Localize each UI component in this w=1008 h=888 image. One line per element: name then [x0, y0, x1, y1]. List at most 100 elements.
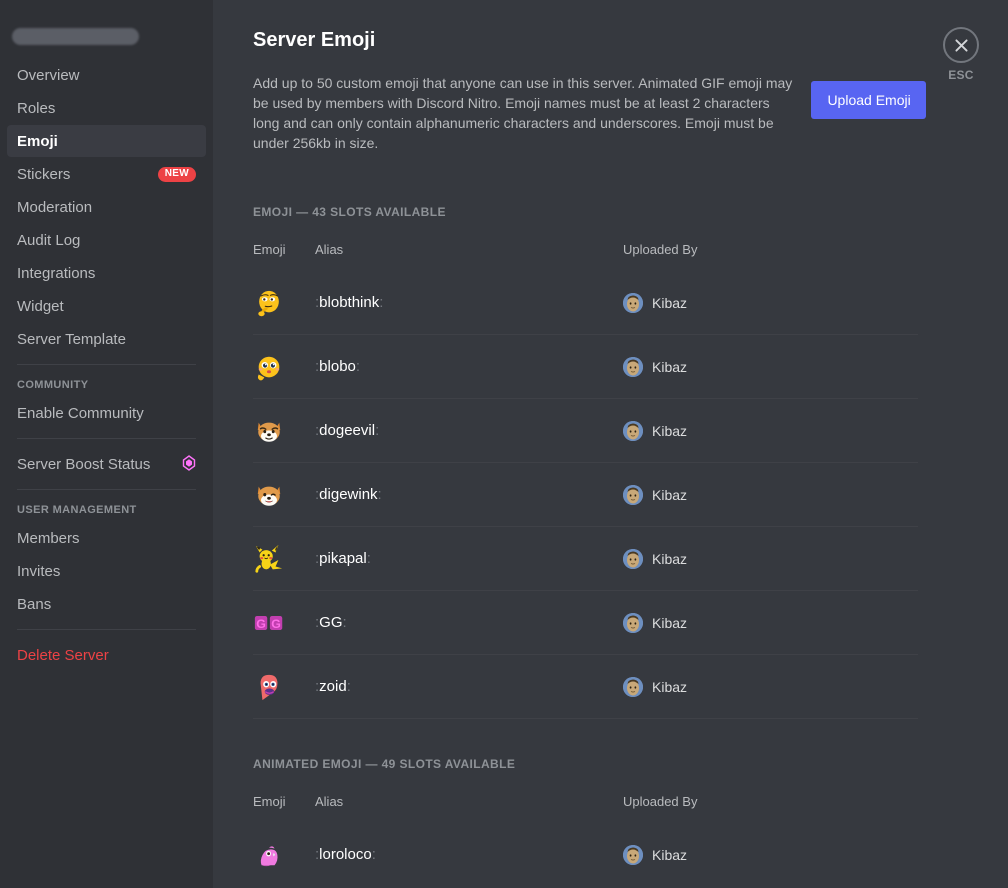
uploader-cell: Kibaz: [623, 420, 918, 441]
sidebar-item-roles[interactable]: Roles: [7, 92, 206, 124]
sidebar-item-label: Roles: [17, 99, 56, 117]
sidebar-item-invites[interactable]: Invites: [7, 555, 206, 587]
column-header-alias: Alias: [315, 793, 344, 809]
sidebar-item-stickers[interactable]: Stickers NEW: [7, 158, 206, 190]
upload-emoji-button[interactable]: Upload Emoji: [811, 81, 926, 119]
sidebar-item-label: Members: [17, 529, 80, 547]
sidebar-item-server-boost-status[interactable]: Server Boost Status: [7, 448, 206, 480]
uploader-name: Kibaz: [652, 614, 688, 631]
table-row[interactable]: G G :GG: Kibaz: [253, 591, 918, 655]
alias-text: :digewink:: [315, 486, 382, 503]
emoji-cell: [253, 287, 315, 319]
page-title: Server Emoji: [253, 29, 376, 51]
emoji-alias: blobthink: [319, 293, 380, 311]
close-x-icon: [943, 27, 979, 63]
sidebar-item-label: Audit Log: [17, 231, 81, 249]
uploader-cell: Kibaz: [623, 676, 918, 697]
alias-cell: :zoid:: [315, 678, 623, 696]
sidebar-item-label: Widget: [17, 297, 64, 315]
emoji-alias: zoid: [319, 677, 347, 695]
uploader: Kibaz: [623, 612, 918, 633]
svg-text:G: G: [256, 616, 266, 630]
table-row[interactable]: :digewink: Kibaz: [253, 463, 918, 527]
sidebar-item-label: Overview: [17, 66, 80, 84]
table-row[interactable]: :zoid: Kibaz: [253, 655, 918, 719]
table-row[interactable]: :blobthink: Kibaz: [253, 271, 918, 335]
table-row[interactable]: :dogeevil: Kibaz: [253, 399, 918, 463]
sidebar-divider: [17, 438, 196, 439]
zoid-emoji: [253, 671, 285, 703]
sidebar-item-label: Stickers: [17, 165, 71, 183]
section-title-animated-emoji: ANIMATED EMOJI — 49 SLOTS AVAILABLE: [253, 757, 516, 771]
uploader: Kibaz: [623, 845, 918, 865]
sidebar-item-emoji[interactable]: Emoji: [7, 125, 206, 157]
sidebar-item-widget[interactable]: Widget: [7, 290, 206, 322]
boost-gem-icon: [182, 454, 196, 474]
table-row[interactable]: :pikapal: Kibaz: [253, 527, 918, 591]
avatar: [623, 845, 643, 865]
table-row[interactable]: :blobo: Kibaz: [253, 335, 918, 399]
sidebar-item-members[interactable]: Members: [7, 522, 206, 554]
colon-suffix: :: [371, 846, 376, 863]
sidebar-item-label: Server Template: [17, 330, 126, 348]
column-header-uploaded-by: Uploaded By: [623, 793, 698, 809]
emoji-alias: loroloco: [319, 846, 372, 863]
alias-text: :loroloco:: [315, 846, 376, 863]
uploader: Kibaz: [623, 484, 918, 505]
sidebar-section-community: COMMUNITY: [17, 379, 89, 391]
avatar: [623, 612, 643, 633]
server-settings-modal: Overview Roles Emoji Stickers NEW Modera…: [0, 0, 1008, 888]
section-title-emoji: EMOJI — 43 SLOTS AVAILABLE: [253, 205, 446, 219]
colon-suffix: :: [379, 293, 384, 311]
sidebar-item-label: Emoji: [17, 132, 58, 150]
colon-suffix: :: [375, 421, 380, 439]
emoji-alias: digewink: [319, 485, 378, 503]
settings-sidebar: Overview Roles Emoji Stickers NEW Modera…: [0, 0, 213, 888]
close-modal-button[interactable]: ESC: [931, 27, 991, 82]
page-description: Add up to 50 custom emoji that anyone ca…: [253, 75, 793, 151]
sidebar-item-label: Moderation: [17, 198, 93, 216]
sidebar-item-moderation[interactable]: Moderation: [7, 191, 206, 223]
alias-cell: :loroloco:: [315, 846, 623, 864]
uploader-cell: Kibaz: [623, 356, 918, 377]
table-row[interactable]: :loroloco: Kibaz: [253, 823, 918, 887]
sidebar-item-bans[interactable]: Bans: [7, 588, 206, 620]
avatar: [623, 356, 643, 377]
sidebar-item-label: Integrations: [17, 264, 96, 282]
new-badge: NEW: [157, 166, 196, 182]
uploader-cell: Kibaz: [623, 484, 918, 505]
avatar: [623, 548, 643, 569]
uploader-name: Kibaz: [652, 294, 688, 311]
server-name-redacted: [12, 28, 139, 45]
svg-text:G: G: [271, 616, 281, 630]
emoji-cell: [253, 543, 315, 575]
emoji-alias: GG: [319, 613, 343, 631]
sidebar-item-server-template[interactable]: Server Template: [7, 323, 206, 355]
alias-cell: :digewink:: [315, 486, 623, 504]
alias-text: :blobthink:: [315, 294, 383, 311]
uploader-name: Kibaz: [652, 358, 688, 375]
uploader: Kibaz: [623, 676, 918, 697]
avatar: [623, 676, 643, 697]
sidebar-item-audit-log[interactable]: Audit Log: [7, 224, 206, 256]
uploader-name: Kibaz: [652, 550, 688, 567]
emoji-cell: [253, 415, 315, 447]
dogeevil-emoji: [253, 415, 285, 447]
sidebar-section-user-management: USER MANAGEMENT: [17, 504, 137, 516]
column-header-emoji: Emoji: [253, 793, 286, 809]
sidebar-item-enable-community[interactable]: Enable Community: [7, 397, 206, 429]
sidebar-item-delete-server[interactable]: Delete Server: [7, 639, 206, 671]
emoji-cell: [253, 839, 315, 871]
esc-label: ESC: [948, 68, 974, 82]
sidebar-item-overview[interactable]: Overview: [7, 59, 206, 91]
uploader-cell: Kibaz: [623, 612, 918, 633]
avatar: [623, 484, 643, 505]
sidebar-item-integrations[interactable]: Integrations: [7, 257, 206, 289]
sidebar-divider: [17, 489, 196, 490]
alias-cell: :blobthink:: [315, 294, 623, 312]
uploader-name: Kibaz: [652, 422, 688, 439]
table-header-row: Emoji Alias Uploaded By: [253, 239, 918, 259]
uploader: Kibaz: [623, 292, 918, 313]
column-header-emoji: Emoji: [253, 241, 286, 257]
colon-suffix: :: [377, 485, 382, 503]
